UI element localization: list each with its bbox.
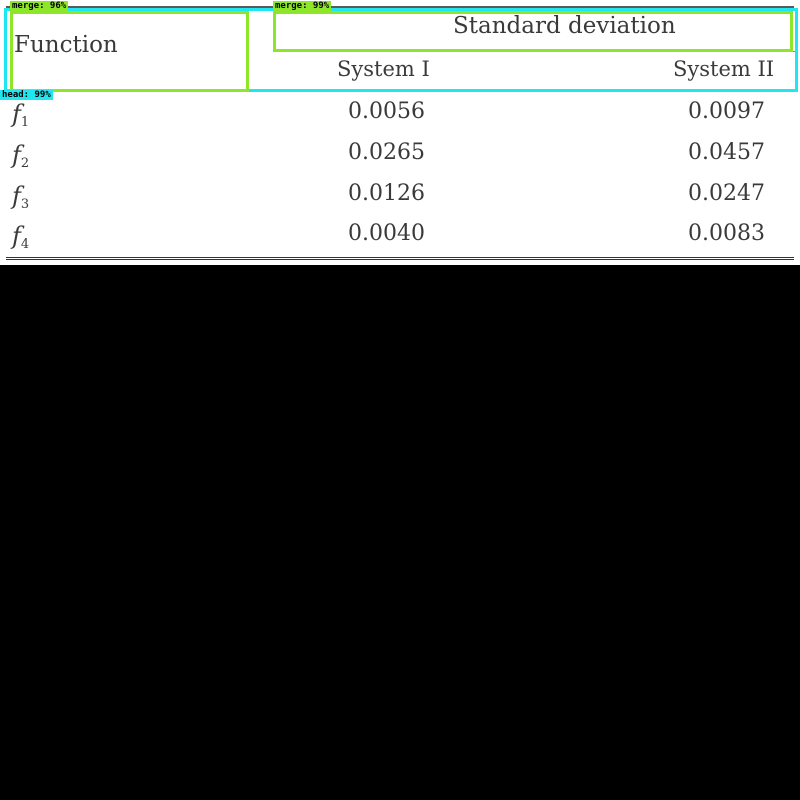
header-system-2: System II [673, 57, 775, 81]
table-cell-system-1: 0.0040 [348, 221, 425, 246]
header-system-1: System I [337, 57, 430, 81]
header-function: Function [14, 32, 118, 58]
table-cell-system-2: 0.0083 [688, 221, 765, 246]
merge-label-function: merge: 96% [10, 1, 69, 11]
table-top-rule [6, 6, 794, 8]
row-function-label: f3 [12, 182, 30, 212]
table-cell-system-1: 0.0265 [348, 140, 425, 165]
table-cell-system-2: 0.0097 [688, 99, 765, 124]
row-function-label: f4 [12, 222, 30, 252]
merge-label-std: merge: 99% [273, 1, 332, 11]
table-cell-system-2: 0.0247 [688, 181, 765, 206]
table-cell-system-1: 0.0056 [348, 99, 425, 124]
table-cell-system-2: 0.0457 [688, 140, 765, 165]
results-table: Function Standard deviation System I Sys… [0, 0, 800, 265]
group-header-rule [275, 51, 795, 52]
table-cell-system-1: 0.0126 [348, 181, 425, 206]
row-function-label: f1 [12, 100, 30, 130]
header-standard-deviation: Standard deviation [453, 13, 676, 39]
table-bottom-rule [6, 257, 794, 262]
screenshot-canvas: Function Standard deviation System I Sys… [0, 0, 800, 800]
head-label: head: 99% [0, 90, 53, 100]
row-function-label: f2 [12, 141, 30, 171]
